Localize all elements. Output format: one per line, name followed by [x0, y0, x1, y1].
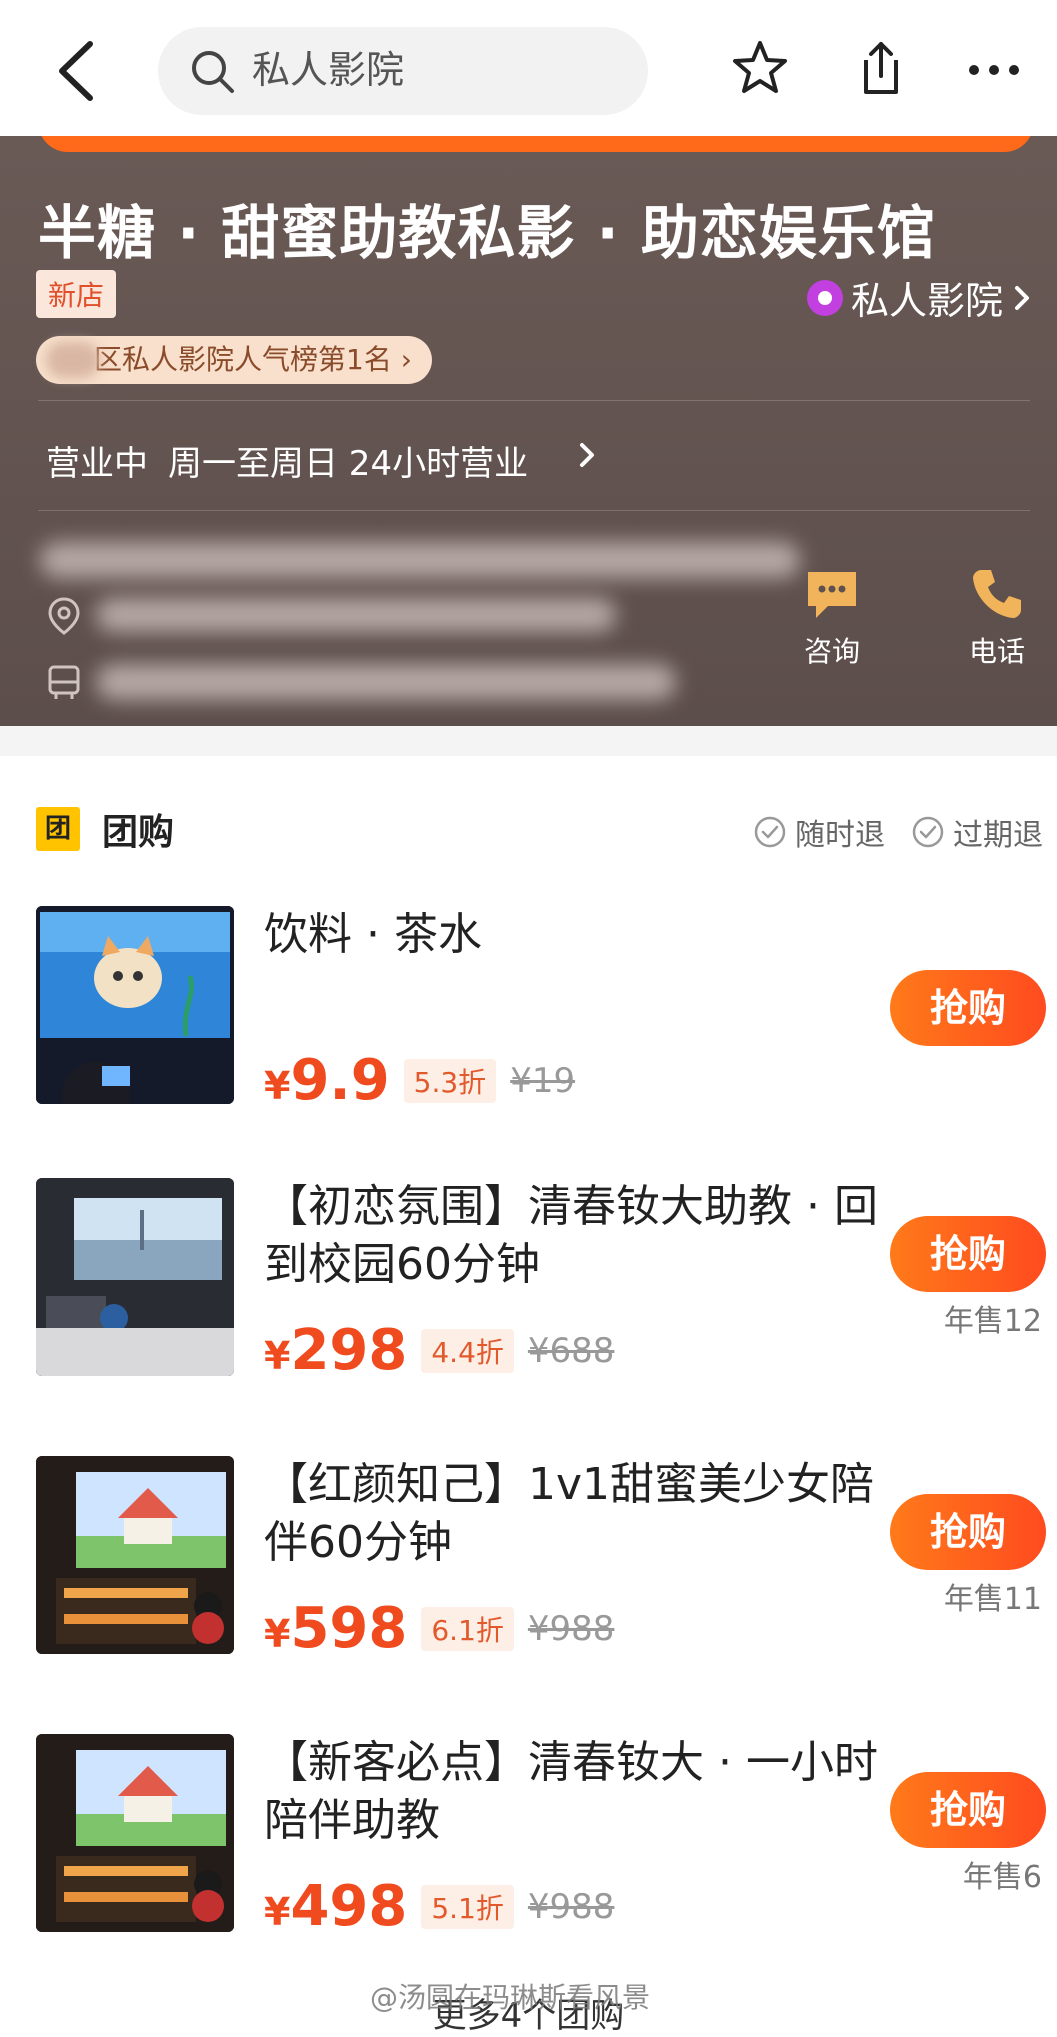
chat-bubble-icon	[808, 572, 856, 618]
chevron-right-icon: ›	[400, 343, 412, 376]
consult-label: 咨询	[803, 635, 860, 668]
annual-sales: 年售11	[943, 1582, 1042, 1617]
consult-button[interactable]: 咨询	[777, 564, 887, 670]
divider	[38, 510, 1030, 511]
deal-title: 【初恋氛围】清春钕大助教 · 回到校园60分钟	[264, 1181, 878, 1290]
category-link[interactable]: 私人影院	[806, 270, 1033, 325]
deal-thumbnail	[36, 906, 234, 1104]
phone-label: 电话	[968, 635, 1025, 668]
refund-policies: 随时退 过期退	[753, 810, 1043, 854]
check-circle-icon	[754, 816, 786, 848]
section-separator	[0, 726, 1057, 756]
search-bar[interactable]: 私人影院	[158, 27, 648, 115]
blurred-transit	[96, 664, 676, 700]
group-buy-icon: 团	[36, 807, 80, 851]
blurred-address	[40, 542, 800, 578]
search-placeholder: 私人影院	[252, 48, 405, 92]
policy-anytime-refund: 随时退	[753, 810, 885, 854]
back-arrow-icon[interactable]	[48, 36, 108, 106]
price-row: ¥498 5.1折 ¥988	[264, 1874, 614, 1939]
film-reel-icon	[806, 279, 843, 316]
watermark: @汤圆在玛琳斯看风景	[370, 1981, 651, 2014]
discount-badge: 5.1折	[421, 1884, 514, 1929]
deal-thumbnail	[36, 1456, 234, 1654]
ranking-text: 区私人影院人气榜第1名	[94, 343, 392, 376]
deal-title: 【红颜知己】1v1甜蜜美少女陪伴60分钟	[264, 1459, 875, 1568]
top-nav-bar: 私人影院	[0, 0, 1057, 136]
chevron-right-icon	[1015, 285, 1029, 310]
original-price: ¥988	[527, 1608, 615, 1649]
category-label: 私人影院	[850, 279, 1003, 323]
more-menu-icon[interactable]	[964, 38, 1024, 98]
annual-sales: 年售12	[943, 1304, 1042, 1339]
discount-badge: 5.3折	[403, 1058, 497, 1103]
shop-header: 半糖 · 甜蜜助教私影 · 助恋娱乐馆 新店 私人影院 区私人影院人气榜第1名 …	[0, 136, 1057, 726]
deal-price: ¥9.9	[264, 1048, 390, 1113]
transit-icon	[48, 665, 80, 699]
deal-item[interactable]: 饮料 · 茶水 ¥9.9 5.3折 ¥19 抢购	[36, 906, 1046, 1113]
location-pin-icon	[48, 597, 80, 635]
price-row: ¥9.9 5.3折 ¥19	[264, 1048, 575, 1113]
business-hours[interactable]: 营业中 周一至周日 24小时营业	[46, 436, 528, 485]
phone-button[interactable]: 电话	[942, 564, 1052, 670]
policy-expired-refund: 过期退	[911, 810, 1043, 854]
divider	[38, 400, 1030, 401]
original-price: ¥19	[510, 1060, 576, 1101]
deal-item[interactable]: 【初恋氛围】清春钕大助教 · 回到校园60分钟 ¥298 4.4折 ¥688 抢…	[36, 1178, 1046, 1383]
buy-button[interactable]: 抢购	[890, 1494, 1046, 1570]
deal-thumbnail	[36, 1178, 234, 1376]
deal-title: 【新客必点】清春钕大 · 一小时陪伴助教	[264, 1737, 878, 1846]
buy-button[interactable]: 抢购	[890, 1216, 1046, 1292]
buy-button[interactable]: 抢购	[890, 1772, 1046, 1848]
chevron-right-icon	[580, 443, 594, 467]
policy-label: 随时退	[795, 818, 885, 853]
discount-badge: 6.1折	[421, 1606, 514, 1651]
deal-item[interactable]: 【新客必点】清春钕大 · 一小时陪伴助教 ¥498 5.1折 ¥988 抢购 年…	[36, 1734, 1046, 1939]
ranking-badge[interactable]: 区私人影院人气榜第1名 ›	[36, 336, 432, 384]
original-price: ¥988	[527, 1886, 615, 1927]
search-icon	[192, 51, 234, 93]
open-status: 营业中	[46, 444, 148, 484]
star-favorite-icon[interactable]	[730, 38, 790, 98]
phone-icon	[973, 570, 1021, 618]
deal-price: ¥498	[264, 1874, 408, 1939]
group-buy-title: 团购	[102, 812, 175, 853]
new-shop-badge: 新店	[36, 270, 117, 318]
share-icon[interactable]	[848, 38, 908, 98]
deal-item[interactable]: 【红颜知己】1v1甜蜜美少女陪伴60分钟 ¥598 6.1折 ¥988 抢购 年…	[36, 1456, 1046, 1661]
price-row: ¥598 6.1折 ¥988	[264, 1596, 614, 1661]
blurred-address	[96, 598, 616, 632]
check-circle-icon	[912, 816, 944, 848]
hours-text: 周一至周日 24小时营业	[168, 444, 529, 484]
group-buy-header: 团 团购	[36, 806, 175, 853]
deal-thumbnail	[36, 1734, 234, 1932]
annual-sales: 年售6	[962, 1860, 1042, 1895]
original-price: ¥688	[527, 1330, 615, 1371]
discount-badge: 4.4折	[421, 1328, 514, 1373]
header-accent-strip	[38, 136, 1034, 152]
blurred-region	[46, 342, 100, 378]
deal-price: ¥598	[264, 1596, 408, 1661]
policy-label: 过期退	[953, 818, 1043, 853]
price-row: ¥298 4.4折 ¥688	[264, 1318, 614, 1383]
buy-button[interactable]: 抢购	[890, 970, 1046, 1046]
shop-name: 半糖 · 甜蜜助教私影 · 助恋娱乐馆	[38, 199, 936, 267]
deal-price: ¥298	[264, 1318, 408, 1383]
deal-title: 饮料 · 茶水	[264, 909, 482, 960]
